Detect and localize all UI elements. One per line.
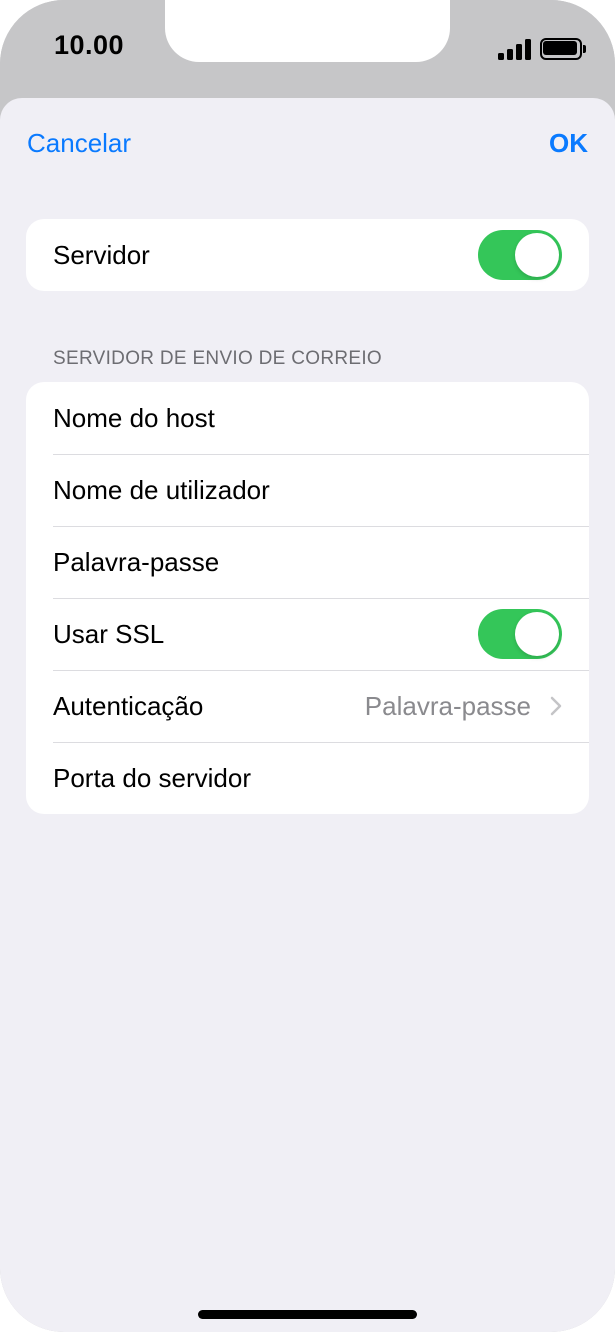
section-header-outgoing: SERVIDOR DE ENVIO DE CORREIO	[53, 348, 382, 369]
notch	[165, 0, 450, 62]
toggle-knob	[515, 612, 559, 656]
use-ssl-label: Usar SSL	[53, 618, 165, 649]
outgoing-server-group: Nome do host Nome de utilizador Palavra-…	[26, 382, 589, 814]
hostname-row[interactable]: Nome do host	[26, 382, 589, 454]
password-row[interactable]: Palavra-passe	[26, 526, 589, 598]
username-row[interactable]: Nome de utilizador	[26, 454, 589, 526]
status-bar: 10.00	[0, 0, 615, 98]
server-group: Servidor	[26, 219, 589, 291]
home-indicator[interactable]	[198, 1310, 417, 1319]
authentication-label: Autenticação	[53, 690, 204, 721]
chevron-right-icon	[550, 696, 562, 716]
battery-icon	[540, 38, 586, 60]
phone-screen: 10.00 Cancelar OK Servidor SERVIDOR DE E…	[0, 0, 615, 1332]
authentication-value: Palavra-passe	[364, 690, 531, 721]
use-ssl-row: Usar SSL	[26, 598, 589, 670]
server-row: Servidor	[26, 219, 589, 291]
hostname-label: Nome do host	[53, 402, 215, 433]
authentication-row[interactable]: Autenticação Palavra-passe	[26, 670, 589, 742]
cancel-button[interactable]: Cancelar	[27, 128, 131, 159]
use-ssl-toggle[interactable]	[478, 609, 562, 659]
username-label: Nome de utilizador	[53, 474, 270, 505]
toggle-knob	[515, 233, 559, 277]
server-port-label: Porta do servidor	[53, 762, 251, 793]
server-toggle[interactable]	[478, 230, 562, 280]
status-time: 10.00	[54, 30, 125, 60]
signal-icon	[498, 38, 532, 60]
password-label: Palavra-passe	[53, 546, 220, 577]
server-label: Servidor	[53, 239, 150, 270]
server-port-row[interactable]: Porta do servidor	[26, 742, 589, 814]
ok-button[interactable]: OK	[549, 128, 588, 159]
